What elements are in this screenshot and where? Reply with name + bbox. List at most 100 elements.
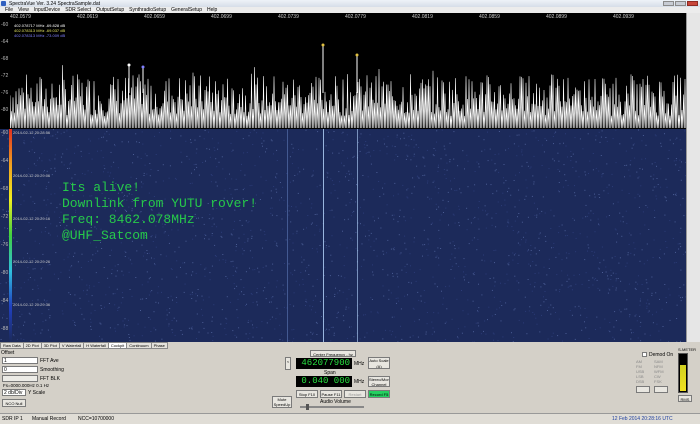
freq-tick-label: 402.0899 [546, 14, 567, 20]
smoothing-field[interactable]: 0 [2, 366, 38, 373]
title-bar: SpectraVue Ver. 3.24 SpectraSample.dat [0, 0, 700, 7]
db-tick-label: -76 [1, 90, 8, 96]
audio-volume-slider[interactable] [300, 406, 364, 408]
view-tab[interactable]: 2D Plot [23, 342, 42, 349]
waterfall-db-label: -80 [1, 270, 8, 276]
color-scale-bar [9, 129, 12, 342]
s-meter-label: S-METER [678, 347, 696, 352]
center-frequency-button[interactable]: Center Frequency - hz [310, 350, 356, 357]
auto-scale-button[interactable]: Auto Scale (A) [368, 357, 390, 369]
pause-button[interactable]: Pause F11 [320, 390, 342, 398]
demod-left-button[interactable] [636, 386, 650, 393]
window-title: SpectraVue Ver. 3.24 SpectraSample.dat [9, 1, 100, 7]
waterfall-db-label: -68 [1, 186, 8, 192]
speedup-label: SpeedUp [274, 402, 291, 407]
waterfall-db-label: -60 [1, 130, 8, 136]
audio-volume-label: Audio Volume [320, 399, 351, 405]
freq-tick-label: 402.0859 [479, 14, 500, 20]
overlay-line: Downlink from YUTU rover! [62, 196, 257, 212]
signal-trace-line [323, 129, 324, 342]
view-tab[interactable]: V Waterfall [59, 342, 84, 349]
waterfall-timestamp: 2014-02-12 20:29:16 [13, 216, 50, 221]
noise-floor-trace [10, 65, 686, 128]
demod-option[interactable]: DSB [636, 379, 644, 384]
overlay-line: Freq: 8462.078MHz [62, 212, 257, 228]
span-unit-label: MHz [354, 379, 364, 385]
db-tick-label: -60 [1, 22, 8, 28]
waterfall-timestamp: 2014-02-12 20:29:06 [13, 173, 50, 178]
vertical-scrollbar[interactable] [686, 13, 700, 342]
spectrum-plot[interactable] [0, 21, 686, 129]
mhz-unit-label: MHz [354, 361, 364, 367]
view-tab[interactable]: 3D Plot [41, 342, 60, 349]
freq-tick-label: 402.0659 [144, 14, 165, 20]
demod-option[interactable]: FSK [654, 379, 662, 384]
waterfall-db-label: -88 [1, 326, 8, 332]
view-tabs: Raw Data2D Plot3D PlotV WaterfallH Water… [0, 342, 686, 349]
overlay-annotation: Its alive! Downlink from YUTU rover! Fre… [62, 180, 257, 244]
waterfall-db-label: -84 [1, 298, 8, 304]
restart-button[interactable]: Restart [344, 390, 366, 398]
view-tab[interactable]: Phase [151, 342, 168, 349]
window-controls [663, 1, 698, 6]
frequency-axis: 402.0579 402.0619 402.0659 402.0699 402.0739… [0, 13, 686, 21]
freq-tick-label: 402.0739 [278, 14, 299, 20]
rms-button[interactable]: RMS [678, 395, 692, 402]
view-tab[interactable]: Raw Data [0, 342, 24, 349]
marker-legend: 402.078717 MHz -69.828 dB402.078313 MHz … [14, 23, 65, 38]
fft-blk-field[interactable] [2, 375, 38, 382]
smoothing-label: Smoothing [40, 367, 64, 373]
center-frequency-display[interactable]: 462077900 [296, 358, 352, 369]
app-icon [1, 1, 6, 6]
fft-ave-label: FFT Ave [40, 358, 59, 364]
yscale-label: Y Scale [28, 390, 45, 396]
record-button[interactable]: Record F5 [368, 390, 390, 398]
demod-label: Demod On [649, 352, 673, 358]
freq-tick-label: 402.0699 [211, 14, 232, 20]
waterfall-timestamp: 2014-02-12 20:28:56 [13, 130, 50, 135]
step-left-button[interactable]: < [285, 357, 291, 370]
peak-marker-icon[interactable] [322, 44, 325, 47]
fs-readout: Fs=0000.000Hz 0.1 Hz [3, 383, 49, 388]
nco-null-button[interactable]: NCO Null [2, 399, 26, 407]
peak-marker-icon[interactable] [356, 54, 359, 57]
demod-right-button[interactable] [654, 386, 668, 393]
view-tab[interactable]: H Waterfall [83, 342, 109, 349]
maximize-icon[interactable] [675, 1, 686, 6]
waterfall-timestamp: 2014-02-12 20:29:36 [13, 302, 50, 307]
db-tick-label: -68 [1, 56, 8, 62]
fft-ave-field[interactable]: 1 [2, 357, 38, 364]
signal-trace-line [287, 129, 288, 342]
waterfall-db-label: -72 [1, 214, 8, 220]
demod-checkbox[interactable] [642, 352, 647, 357]
peak-marker-icon[interactable] [142, 66, 145, 69]
close-icon[interactable] [687, 1, 698, 6]
stop-button[interactable]: Stop F10 [296, 390, 318, 398]
db-tick-label: -80 [1, 107, 8, 113]
s-meter [678, 353, 688, 393]
db-tick-label: -64 [1, 39, 8, 45]
view-tab[interactable]: Continuum [126, 342, 151, 349]
peak-marker-icon[interactable] [128, 64, 131, 67]
freq-tick-label: 402.0819 [412, 14, 433, 20]
view-tab[interactable]: Cockpit [108, 342, 127, 349]
overlay-line: Its alive! [62, 180, 257, 196]
s-meter-fill [680, 365, 686, 391]
overlay-line: @UHF_Satcom [62, 228, 257, 244]
fft-blk-label: FFT BLK [40, 376, 60, 382]
mono-channel-button[interactable]: Stereo/Mono Channel [368, 376, 390, 387]
waterfall-timestamp: 2014-02-12 20:29:26 [13, 259, 50, 264]
status-device: SDR IP 1 [2, 416, 23, 422]
minimize-icon[interactable] [663, 1, 674, 6]
signal-trace-line [357, 129, 358, 342]
freq-tick-label: 402.0779 [345, 14, 366, 20]
span-display[interactable]: 0.040 000 [296, 376, 352, 387]
volume-slider-thumb[interactable] [306, 404, 309, 410]
status-time: 12 Feb 2014 20:28:16 UTC [612, 416, 673, 422]
freq-tick-label: 402.0579 [10, 14, 31, 20]
yscale-select[interactable]: 2 db/Div [2, 389, 26, 396]
status-mode: Manual Record [32, 416, 66, 422]
freq-tick-label: 402.0619 [77, 14, 98, 20]
freq-tick-label: 402.0939 [613, 14, 634, 20]
mute-speedup-button[interactable]: MuteSpeedUp [272, 396, 292, 408]
